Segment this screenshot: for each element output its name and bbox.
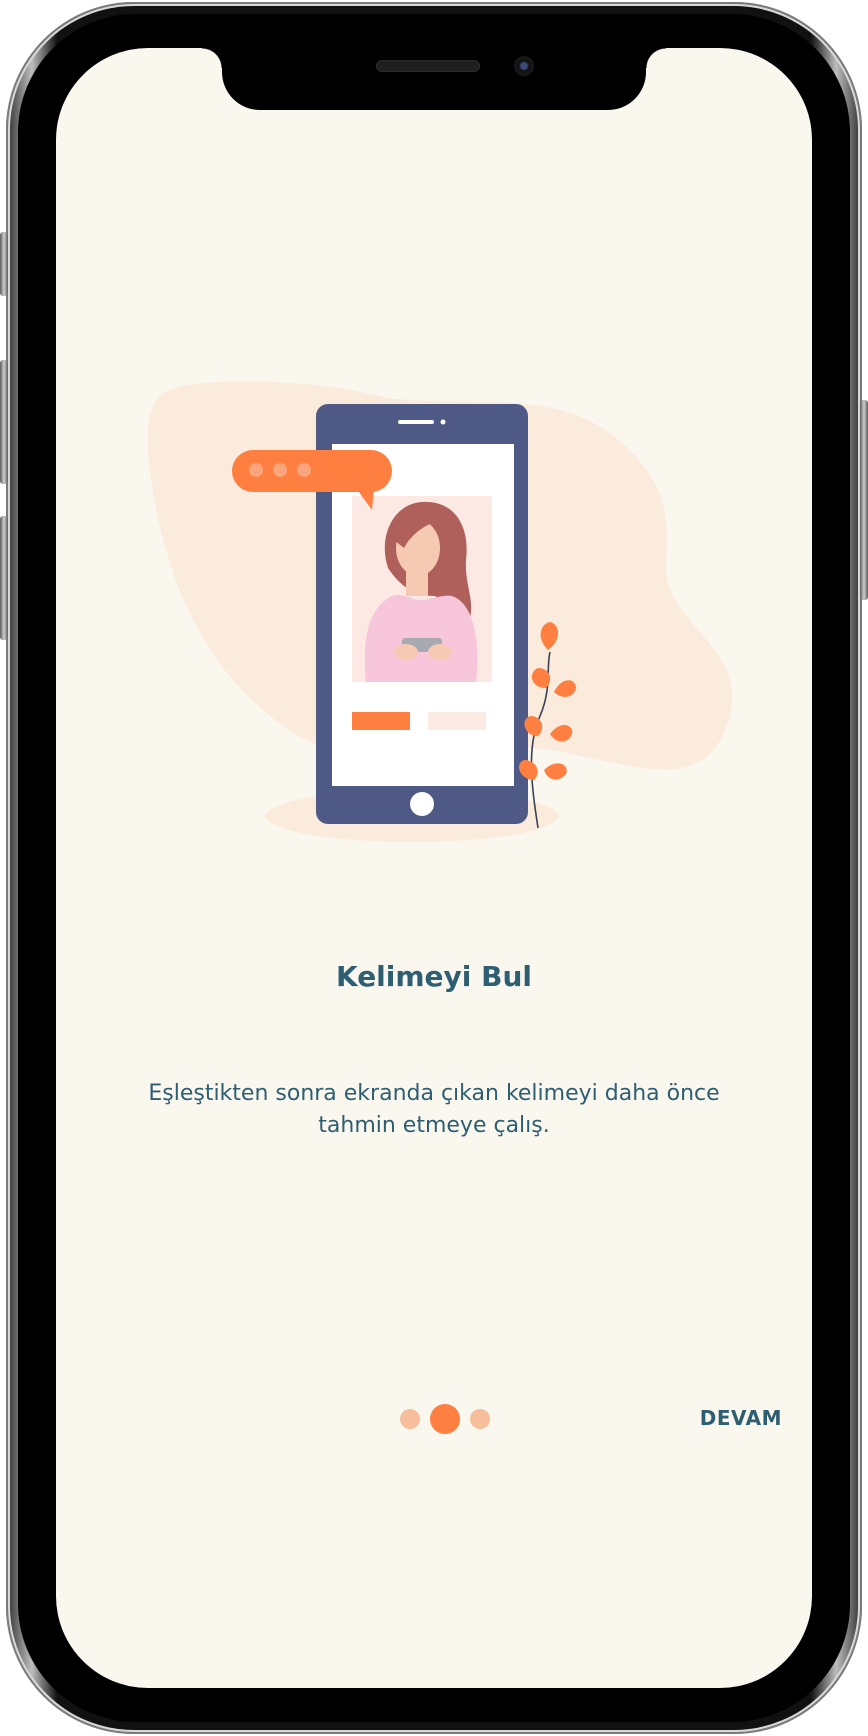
illustration-skip-button (428, 712, 486, 730)
illustration-phone-home-button (410, 792, 434, 816)
page-dot-3[interactable] (470, 1409, 490, 1429)
page-indicator (400, 1404, 490, 1434)
earpiece-speaker (376, 60, 480, 72)
onboarding-title: Kelimeyi Bul (335, 960, 533, 993)
power-button (860, 400, 868, 600)
front-camera-icon (514, 56, 534, 76)
silent-switch (0, 232, 8, 296)
next-button[interactable]: DEVAM (700, 1406, 782, 1430)
onboarding-illustration (147, 381, 733, 842)
volume-down-button (0, 516, 8, 640)
page-dot-1[interactable] (400, 1409, 420, 1429)
illustration-phone-speaker (398, 420, 434, 424)
app-screen: Kelimeyi Bul Eşleştikten sonra ekranda ç… (56, 48, 812, 1688)
onboarding-description: Eşleştikten sonra ekranda çıkan kelimeyi… (148, 1081, 720, 1138)
page-dot-2-active[interactable] (430, 1404, 460, 1434)
illustration-like-button (352, 712, 410, 730)
notch (202, 48, 666, 110)
illustration-phone-camera (440, 419, 446, 425)
volume-up-button (0, 360, 8, 484)
